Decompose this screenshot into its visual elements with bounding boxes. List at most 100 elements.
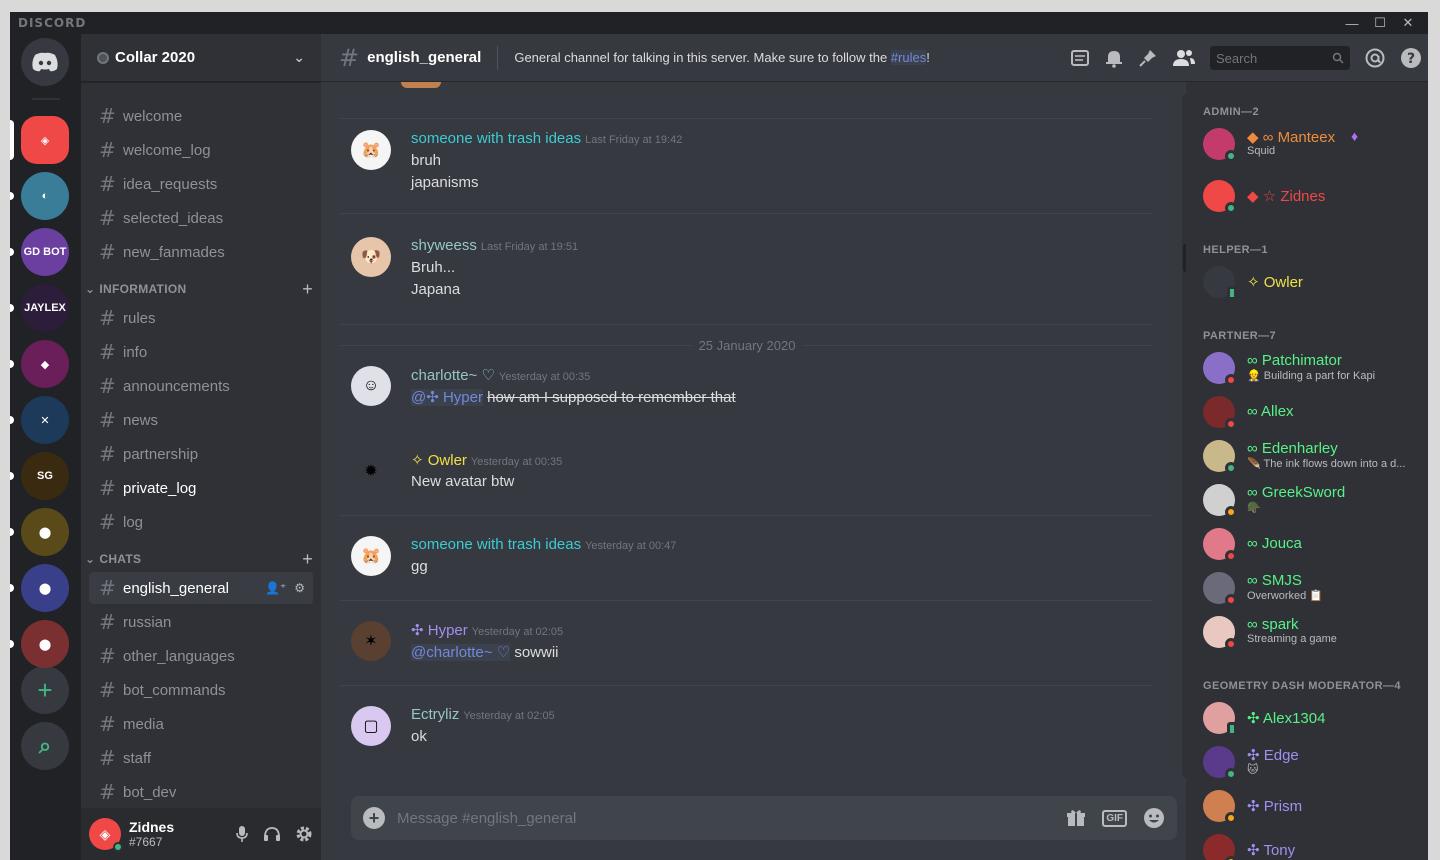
server-icon[interactable]: ◈ bbox=[21, 116, 69, 164]
add-channel-icon[interactable]: + bbox=[302, 279, 313, 300]
user-mention[interactable]: @✣ Hyper bbox=[411, 389, 483, 406]
search-placeholder: Search bbox=[1216, 50, 1258, 66]
rules-channel-link[interactable]: #rules bbox=[890, 50, 927, 65]
message-author[interactable]: charlotte~ ♡ bbox=[411, 367, 495, 384]
message-author[interactable]: someone with trash ideas bbox=[411, 130, 581, 147]
channel-item-staff[interactable]: # staff bbox=[89, 742, 313, 774]
home-button[interactable] bbox=[21, 38, 69, 86]
add-server-button[interactable]: + bbox=[21, 666, 69, 714]
avatar bbox=[1203, 484, 1237, 518]
avatar[interactable]: ☺ bbox=[351, 366, 391, 406]
channel-label: private_log bbox=[123, 479, 197, 497]
mentions-icon[interactable] bbox=[1364, 47, 1386, 69]
search-input[interactable]: Search bbox=[1210, 46, 1350, 70]
channel-label: other_languages bbox=[123, 647, 235, 665]
channel-item-new-fanmades[interactable]: # new_fanmades bbox=[89, 236, 313, 268]
microphone-icon[interactable] bbox=[235, 825, 249, 843]
member-name: ∞ Jouca bbox=[1247, 535, 1302, 552]
avatar[interactable]: ◈ bbox=[89, 818, 123, 852]
avatar[interactable]: ✹ bbox=[351, 451, 391, 491]
message: 🐹 someone with trash ideas Last Friday at … bbox=[341, 130, 1161, 200]
server-icon[interactable]: ⬤ bbox=[21, 620, 69, 668]
server-icon[interactable]: JAYLEX bbox=[21, 284, 69, 332]
member-item[interactable]: ∞ SMJS Overworked 📋 bbox=[1203, 572, 1425, 612]
close-window-button[interactable]: ✕ bbox=[1394, 12, 1422, 34]
channel-item-partnership[interactable]: # partnership bbox=[89, 438, 313, 470]
gear-icon[interactable] bbox=[295, 825, 313, 843]
minimize-button[interactable]: — bbox=[1338, 12, 1366, 34]
channel-item-bot-commands[interactable]: # bot_commands bbox=[89, 674, 313, 706]
channel-item-english-general[interactable]: # english_general 👤⁺ ⚙ bbox=[89, 572, 313, 604]
member-item[interactable]: ✣ Alex1304 bbox=[1203, 702, 1425, 742]
member-item[interactable]: ✧ Owler bbox=[1203, 266, 1425, 306]
server-icon[interactable]: ⬤ bbox=[21, 564, 69, 612]
category-chats[interactable]: ⌄ CHATS + bbox=[85, 549, 313, 570]
guild-header[interactable]: Collar 2020 ⌄ bbox=[81, 34, 321, 82]
server-icon[interactable]: ◆ bbox=[21, 340, 69, 388]
channel-item-news[interactable]: # news bbox=[89, 404, 313, 436]
message-author[interactable]: someone with trash ideas bbox=[411, 536, 581, 553]
channel-item-log[interactable]: # log bbox=[89, 506, 313, 538]
member-item[interactable]: ◆ ☆ Zidnes bbox=[1203, 180, 1425, 220]
bell-icon[interactable] bbox=[1104, 48, 1124, 68]
server-icon[interactable]: ◐ bbox=[21, 172, 69, 220]
maximize-button[interactable]: ☐ bbox=[1366, 12, 1394, 34]
headphones-icon[interactable] bbox=[263, 825, 281, 843]
member-list: ADMIN—2 ◆ ∞ Manteex ♦ Squid ◆ ☆ Zidnes HELPER… bbox=[1186, 82, 1428, 860]
gif-button[interactable]: GIF bbox=[1102, 809, 1127, 827]
server-icon[interactable]: ✕ bbox=[21, 396, 69, 444]
explore-servers-button[interactable]: ⌕ bbox=[21, 722, 69, 770]
channel-item-idea-requests[interactable]: # idea_requests bbox=[89, 168, 313, 200]
gift-icon[interactable] bbox=[1066, 808, 1086, 828]
member-item[interactable]: ∞ spark Streaming a game bbox=[1203, 616, 1425, 656]
channel-item-welcome-log[interactable]: # welcome_log bbox=[89, 134, 313, 166]
pin-icon[interactable] bbox=[1138, 48, 1158, 68]
avatar[interactable]: 🐹 bbox=[351, 536, 391, 576]
member-item[interactable]: ∞ Edenharley 🪶 The ink flows down into a … bbox=[1203, 440, 1425, 480]
category-information[interactable]: ⌄ INFORMATION + bbox=[85, 279, 313, 300]
user-mention[interactable]: @charlotte~ ♡ bbox=[411, 644, 511, 661]
emoji-icon[interactable] bbox=[1143, 807, 1165, 829]
message-author[interactable]: ✣ Hyper bbox=[411, 622, 468, 639]
message-author[interactable]: shyweess bbox=[411, 237, 477, 254]
channel-item-welcome[interactable]: # welcome bbox=[89, 100, 313, 132]
server-icon[interactable]: ⬤ bbox=[21, 508, 69, 556]
upload-plus-icon[interactable]: + bbox=[363, 807, 385, 829]
member-item[interactable]: ∞ Allex bbox=[1203, 396, 1425, 436]
server-icon[interactable]: SG bbox=[21, 452, 69, 500]
channel-item-private-log[interactable]: # private_log bbox=[89, 472, 313, 504]
member-item[interactable]: ✣ Tony bbox=[1203, 834, 1425, 860]
mobile-status-icon bbox=[1227, 722, 1237, 736]
chevron-down-icon: ⌄ bbox=[293, 49, 305, 65]
channel-item-info[interactable]: # info bbox=[89, 336, 313, 368]
member-item[interactable]: ✣ Edge 🐱 bbox=[1203, 746, 1425, 786]
member-item[interactable]: ✣ Prism bbox=[1203, 790, 1425, 830]
channel-item-bot-dev[interactable]: # bot_dev bbox=[89, 776, 313, 800]
channel-item-announcements[interactable]: # announcements bbox=[89, 370, 313, 402]
avatar[interactable]: 🐹 bbox=[351, 130, 391, 170]
message-input[interactable]: Message #english_general bbox=[397, 810, 576, 827]
channel-item-russian[interactable]: # russian bbox=[89, 606, 313, 638]
invite-icon[interactable]: 👤⁺ bbox=[265, 581, 286, 595]
channel-item-rules[interactable]: # rules bbox=[89, 302, 313, 334]
members-icon[interactable] bbox=[1172, 48, 1196, 68]
member-item[interactable]: ◆ ∞ Manteex ♦ Squid bbox=[1203, 128, 1425, 168]
avatar[interactable]: ✶ bbox=[351, 621, 391, 661]
server-icon[interactable]: GD BOT bbox=[21, 228, 69, 276]
channel-item-selected-ideas[interactable]: # selected_ideas bbox=[89, 202, 313, 234]
message-author[interactable]: Ectryliz bbox=[411, 706, 459, 723]
add-channel-icon[interactable]: + bbox=[302, 549, 313, 570]
threads-icon[interactable] bbox=[1070, 49, 1090, 67]
channel-item-media[interactable]: # media bbox=[89, 708, 313, 740]
hashtag-icon: # bbox=[99, 610, 116, 634]
gear-icon[interactable]: ⚙ bbox=[294, 581, 305, 595]
member-item[interactable]: ∞ Patchimator 👷 Building a part for Kapi bbox=[1203, 352, 1425, 392]
channel-item-other-languages[interactable]: # other_languages bbox=[89, 640, 313, 672]
member-item[interactable]: ∞ GreekSword 🪖 bbox=[1203, 484, 1425, 524]
help-icon[interactable]: ? bbox=[1400, 47, 1422, 69]
mobile-status-icon bbox=[1227, 286, 1237, 300]
member-item[interactable]: ∞ Jouca bbox=[1203, 528, 1425, 568]
avatar[interactable]: 🐶 bbox=[351, 237, 391, 277]
message-author[interactable]: ✧ Owler bbox=[411, 452, 467, 469]
avatar[interactable]: ▢ bbox=[351, 706, 391, 746]
